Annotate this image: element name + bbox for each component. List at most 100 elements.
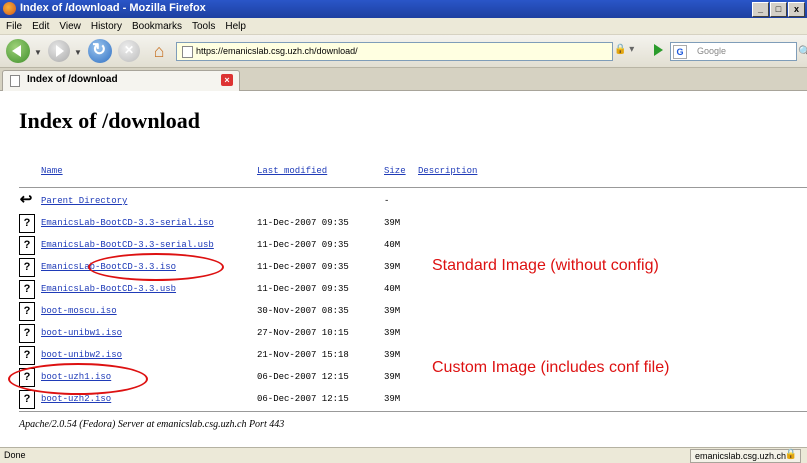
page-content: Index of /download Name Last modified Si…	[0, 91, 807, 447]
forward-icon[interactable]	[48, 40, 70, 62]
file-date: 06-Dec-2007 12:15	[257, 372, 349, 382]
highlight-circle-custom	[8, 363, 148, 395]
file-size: 40M	[384, 240, 401, 250]
status-bar: Done emanicslab.csg.uzh.ch 🔒	[0, 447, 807, 463]
home-icon[interactable]: ⌂	[148, 40, 170, 62]
status-text: Done	[4, 450, 26, 460]
file-size: 39M	[384, 372, 401, 382]
page-icon	[182, 46, 193, 58]
file-date: 06-Dec-2007 12:15	[257, 394, 349, 404]
tab-page-icon	[10, 75, 20, 87]
tab-bar: Index of /download ×	[0, 68, 807, 91]
tab-label[interactable]: Index of /download	[27, 74, 118, 85]
file-link[interactable]: EmanicsLab-BootCD-3.3-serial.iso	[41, 218, 214, 228]
back-icon[interactable]	[6, 39, 30, 63]
close-window-button[interactable]: x	[788, 2, 805, 17]
file-size: 39M	[384, 328, 401, 338]
file-size: 39M	[384, 306, 401, 316]
file-link[interactable]: boot-moscu.iso	[41, 306, 117, 316]
table-row: ? EmanicsLab-BootCD-3.3.usb 11-Dec-2007 …	[0, 279, 807, 301]
menu-bar: File Edit View History Bookmarks Tools H…	[0, 18, 807, 35]
unknown-file-icon: ?	[19, 280, 35, 299]
file-size: 39M	[384, 350, 401, 360]
menu-help[interactable]: Help	[225, 21, 246, 32]
footer-divider	[19, 411, 807, 412]
file-size: -	[384, 196, 390, 206]
menu-bookmarks[interactable]: Bookmarks	[132, 21, 182, 32]
menu-file[interactable]: File	[6, 21, 22, 32]
file-link[interactable]: EmanicsLab-BootCD-3.3.usb	[41, 284, 176, 294]
parent-directory-icon: ↩	[19, 191, 33, 208]
url-text[interactable]: https://emanicslab.csg.uzh.ch/download/	[196, 43, 358, 60]
file-link[interactable]: boot-unibw2.iso	[41, 350, 122, 360]
go-icon[interactable]	[654, 44, 663, 56]
unknown-file-icon: ?	[19, 302, 35, 321]
reload-icon[interactable]	[88, 39, 112, 63]
unknown-file-icon: ?	[19, 346, 35, 365]
unknown-file-icon: ?	[19, 324, 35, 343]
back-dropdown-icon[interactable]: ▼	[34, 48, 42, 57]
unknown-file-icon: ?	[19, 258, 35, 277]
table-row: ? boot-moscu.iso 30-Nov-2007 08:35 39M	[0, 301, 807, 323]
file-size: 39M	[384, 262, 401, 272]
google-icon[interactable]: G	[673, 45, 687, 59]
unknown-file-icon: ?	[19, 214, 35, 233]
firefox-icon	[3, 2, 16, 15]
tab-index-download[interactable]: Index of /download ×	[2, 70, 240, 91]
column-header-size[interactable]: Size	[384, 166, 406, 176]
title-bar: Index of /download - Mozilla Firefox _ □…	[0, 0, 807, 18]
server-signature: Apache/2.0.54 (Fedora) Server at emanics…	[19, 419, 285, 430]
page-title: Index of /download	[19, 108, 200, 133]
minimize-button[interactable]: _	[752, 2, 769, 17]
menu-history[interactable]: History	[91, 21, 122, 32]
maximize-button[interactable]: □	[770, 2, 787, 17]
navigation-toolbar: ▼ ▼ ⌂ https://emanicslab.csg.uzh.ch/down…	[0, 35, 807, 68]
file-date: 27-Nov-2007 10:15	[257, 328, 349, 338]
file-link[interactable]: boot-uzh2.iso	[41, 394, 111, 404]
file-date: 11-Dec-2007 09:35	[257, 262, 349, 272]
file-date: 21-Nov-2007 15:18	[257, 350, 349, 360]
file-date: 11-Dec-2007 09:35	[257, 218, 349, 228]
stop-icon[interactable]	[118, 40, 140, 62]
browser-window: Index of /download - Mozilla Firefox _ □…	[0, 0, 807, 463]
table-row: ? EmanicsLab-BootCD-3.3-serial.iso 11-De…	[0, 213, 807, 235]
menu-edit[interactable]: Edit	[32, 21, 49, 32]
column-header-last-modified[interactable]: Last modified	[257, 166, 327, 176]
menu-view[interactable]: View	[59, 21, 81, 32]
window-title: Index of /download - Mozilla Firefox	[20, 2, 206, 14]
file-date: 11-Dec-2007 09:35	[257, 240, 349, 250]
file-link[interactable]: EmanicsLab-BootCD-3.3-serial.usb	[41, 240, 214, 250]
search-icon[interactable]: 🔍	[798, 45, 807, 58]
annotation-custom-image: Custom Image (includes conf file)	[432, 359, 670, 376]
address-bar[interactable]: https://emanicslab.csg.uzh.ch/download/	[176, 42, 613, 61]
status-site-text[interactable]: emanicslab.csg.uzh.ch	[695, 451, 786, 461]
close-tab-icon[interactable]: ×	[221, 74, 233, 86]
table-row: ? boot-unibw2.iso 21-Nov-2007 15:18 39M	[0, 345, 807, 367]
window-controls: _ □ x	[752, 2, 805, 17]
annotation-standard-image: Standard Image (without config)	[432, 257, 659, 274]
unknown-file-icon: ?	[19, 236, 35, 255]
menu-tools[interactable]: Tools	[192, 21, 215, 32]
table-row: ? boot-uzh2.iso 06-Dec-2007 12:15 39M	[0, 389, 807, 411]
column-header-name[interactable]: Name	[41, 166, 63, 176]
file-size: 39M	[384, 218, 401, 228]
file-link[interactable]: boot-unibw1.iso	[41, 328, 122, 338]
file-date: 11-Dec-2007 09:35	[257, 284, 349, 294]
status-site[interactable]: emanicslab.csg.uzh.ch 🔒	[689, 449, 801, 463]
file-link[interactable]: Parent Directory	[41, 196, 127, 206]
header-divider	[19, 187, 807, 188]
search-box[interactable]: G Google	[670, 42, 797, 61]
table-row: ? boot-unibw1.iso 27-Nov-2007 10:15 39M	[0, 323, 807, 345]
column-header-description[interactable]: Description	[418, 166, 477, 176]
status-lock-icon[interactable]: 🔒	[785, 449, 797, 461]
table-row: ↩ Parent Directory -	[0, 191, 807, 213]
ssl-lock-icon[interactable]: 🔒 ▾	[614, 44, 634, 55]
file-size: 39M	[384, 394, 401, 404]
unknown-file-icon: ?	[19, 390, 35, 409]
table-row: ? EmanicsLab-BootCD-3.3-serial.usb 11-De…	[0, 235, 807, 257]
search-placeholder[interactable]: Google	[697, 43, 726, 60]
file-date: 30-Nov-2007 08:35	[257, 306, 349, 316]
highlight-circle-standard	[88, 253, 224, 281]
forward-dropdown-icon[interactable]: ▼	[74, 48, 82, 57]
file-size: 40M	[384, 284, 401, 294]
